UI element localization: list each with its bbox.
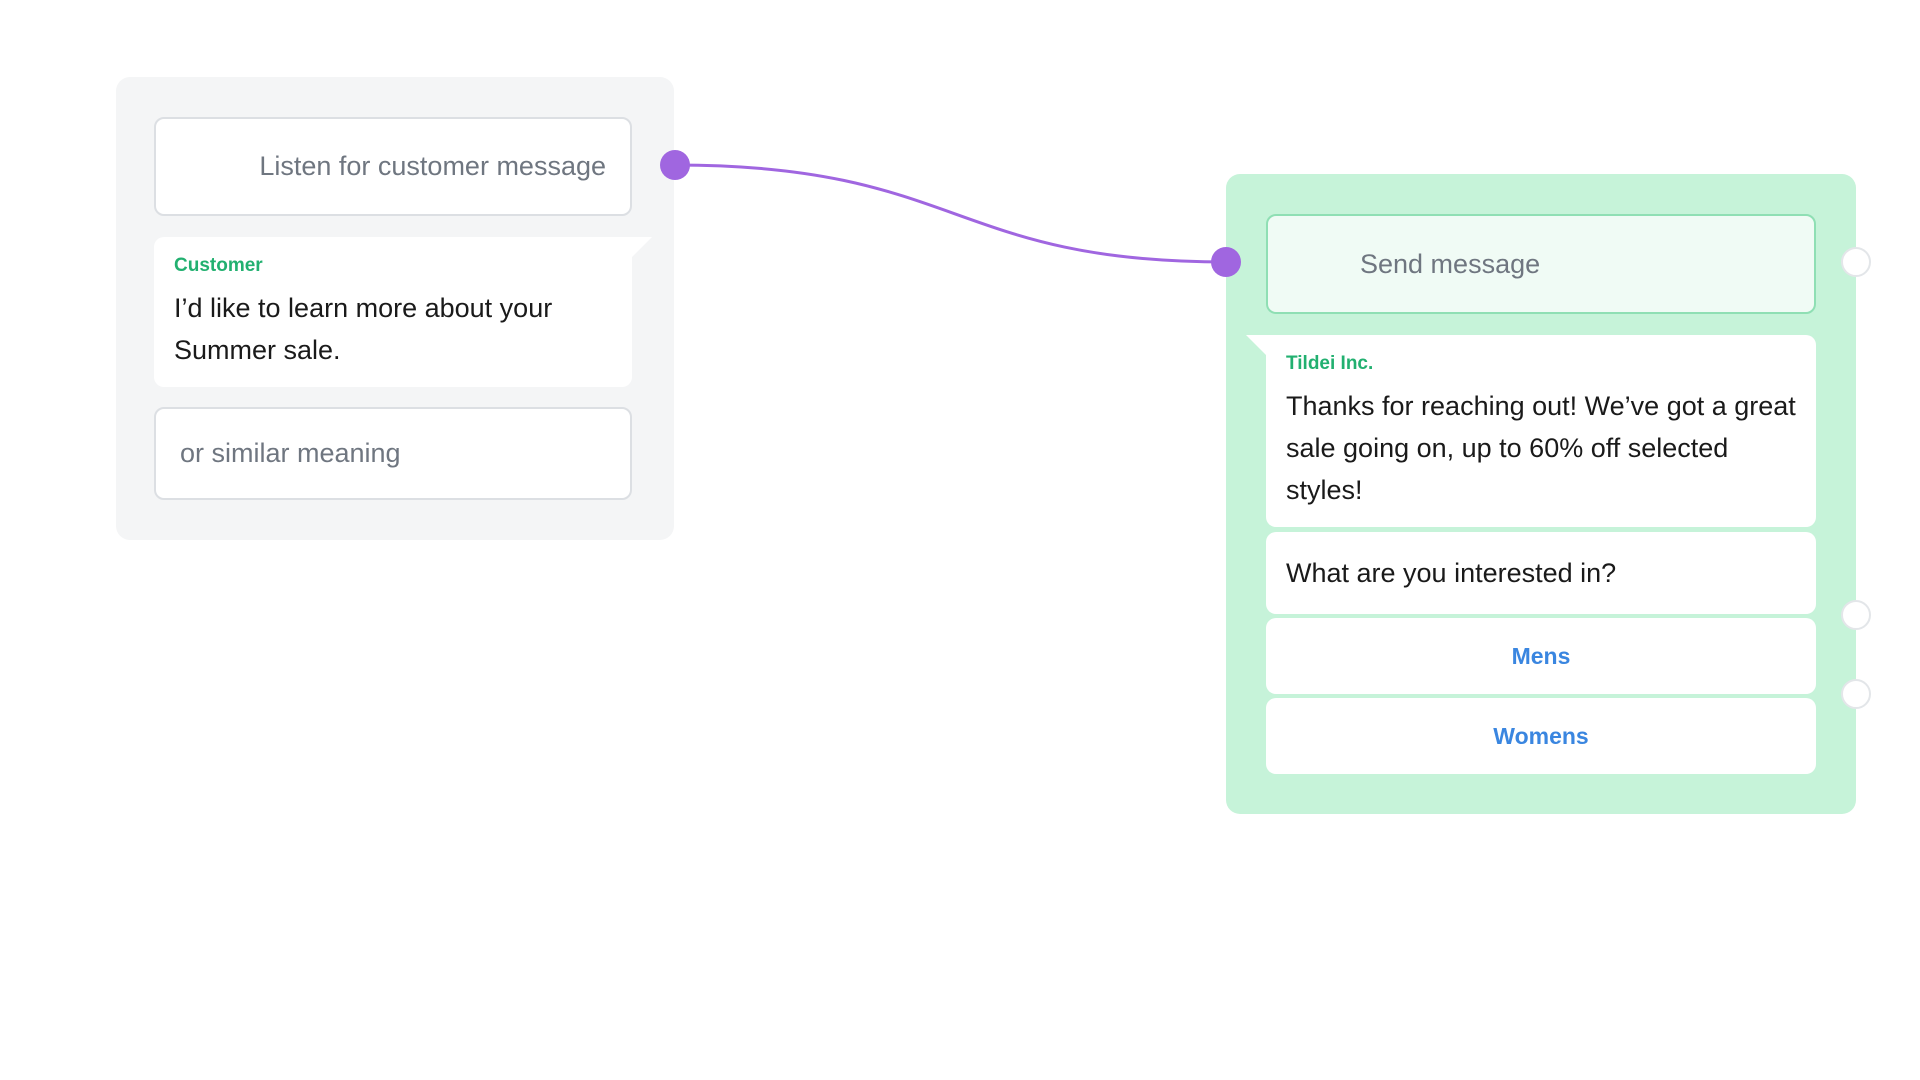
send-node-output-port[interactable] bbox=[1841, 247, 1871, 277]
option-womens-button[interactable]: Womens bbox=[1266, 698, 1816, 774]
customer-message-text: I’d like to learn more about your Summer… bbox=[174, 293, 553, 365]
bot-message-bubble[interactable]: Tildei Inc. Thanks for reaching out! We’… bbox=[1246, 335, 1816, 527]
listen-node-title: Listen for customer message bbox=[259, 151, 606, 181]
listen-node-header[interactable]: Listen for customer message bbox=[154, 117, 632, 216]
listen-node[interactable]: Listen for customer message Customer I’d… bbox=[116, 77, 674, 540]
send-message-node[interactable]: Send message Tildei Inc. Thanks for reac… bbox=[1226, 174, 1856, 814]
bot-message-text: Thanks for reaching out! We’ve got a gre… bbox=[1286, 391, 1796, 505]
send-node-title: Send message bbox=[1360, 248, 1541, 279]
customer-sender-label: Customer bbox=[174, 255, 263, 276]
question-text: What are you interested in? bbox=[1286, 557, 1617, 588]
send-node-header[interactable]: Send message bbox=[1266, 214, 1816, 314]
option-mens-output-port[interactable] bbox=[1841, 600, 1871, 630]
similar-meaning-label: or similar meaning bbox=[180, 438, 401, 468]
customer-message-bubble[interactable]: Customer I’d like to learn more about yo… bbox=[154, 237, 652, 387]
question-message[interactable]: What are you interested in? bbox=[1266, 532, 1816, 614]
option-mens-button[interactable]: Mens bbox=[1266, 618, 1816, 694]
option-womens-output-port[interactable] bbox=[1841, 679, 1871, 709]
bot-sender-label: Tildei Inc. bbox=[1286, 353, 1374, 374]
flow-canvas: Listen for customer message Customer I’d… bbox=[0, 0, 1920, 1080]
similar-meaning-field[interactable]: or similar meaning bbox=[154, 407, 632, 500]
listen-node-output-port[interactable] bbox=[660, 150, 690, 180]
send-node-input-port[interactable] bbox=[1211, 247, 1241, 277]
